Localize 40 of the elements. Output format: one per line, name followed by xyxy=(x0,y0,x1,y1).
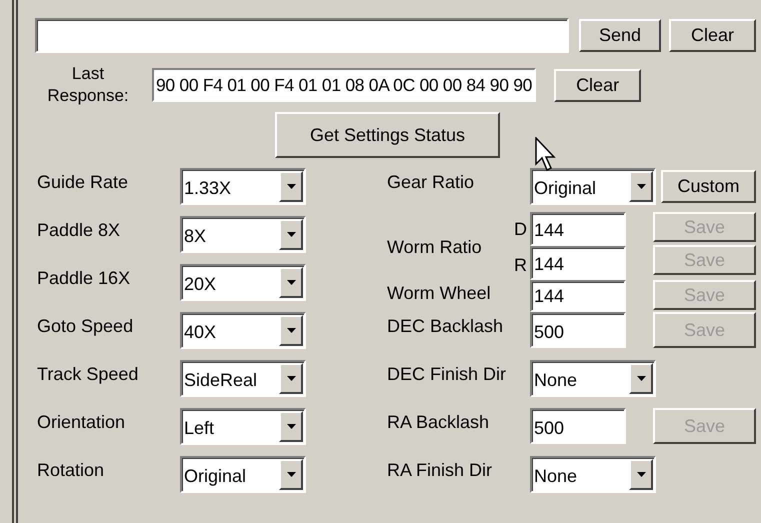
response-label: Last Response: xyxy=(46,63,130,107)
setting-label: RA Backlash xyxy=(387,411,490,434)
setting-dropdown[interactable]: 40X xyxy=(180,312,306,349)
setting-label: RA Finish Dir xyxy=(387,459,494,482)
value-field[interactable]: 500 xyxy=(530,408,626,444)
mouse-pointer-icon xyxy=(535,137,557,173)
value-field[interactable]: 144 xyxy=(530,246,626,280)
setting-label: Guide Rate xyxy=(37,171,130,194)
action-button[interactable]: Custom xyxy=(661,170,756,203)
setting-label: DEC Backlash xyxy=(387,315,504,338)
setting-dropdown[interactable]: Original xyxy=(530,168,656,205)
setting-dropdown[interactable]: None xyxy=(530,360,656,397)
setting-label: Gear Ratio xyxy=(387,171,476,194)
value-field[interactable]: 144 xyxy=(530,280,626,312)
setting-dropdown[interactable]: None xyxy=(530,456,656,493)
setting-dropdown[interactable]: 8X xyxy=(180,216,306,253)
setting-label: Orientation xyxy=(37,411,126,434)
value-field[interactable]: 144 xyxy=(530,212,626,246)
value-field[interactable]: 500 xyxy=(530,312,626,348)
setting-label: Goto Speed xyxy=(37,315,134,338)
setting-label: Worm Wheel xyxy=(387,282,492,305)
send-button[interactable]: Send xyxy=(579,18,661,52)
clear-button[interactable]: Clear xyxy=(554,68,642,102)
response-field[interactable]: 90 00 F4 01 00 F4 01 01 08 0A 0C 00 00 84 90 90 xyxy=(152,68,536,102)
setting-dropdown[interactable]: 20X xyxy=(180,264,306,301)
setting-dropdown[interactable]: Original xyxy=(180,456,306,493)
command-input-field[interactable] xyxy=(35,18,569,52)
setting-label: Paddle 8X xyxy=(37,219,122,242)
sub-label: D xyxy=(513,218,528,241)
clear-button[interactable]: Clear xyxy=(669,18,756,52)
setting-label: Paddle 16X xyxy=(37,267,132,290)
setting-label: DEC Finish Dir xyxy=(387,363,508,386)
settings-status-button[interactable]: Get Settings Status xyxy=(275,112,500,158)
setting-label: Worm Ratio xyxy=(387,236,483,258)
setting-label: Track Speed xyxy=(37,363,140,386)
setting-label: Rotation xyxy=(37,459,106,482)
setting-dropdown[interactable]: SideReal xyxy=(180,360,306,397)
setting-dropdown[interactable]: 1.33X xyxy=(180,168,306,205)
sub-label: R xyxy=(513,254,528,277)
setting-dropdown[interactable]: Left xyxy=(180,408,306,445)
